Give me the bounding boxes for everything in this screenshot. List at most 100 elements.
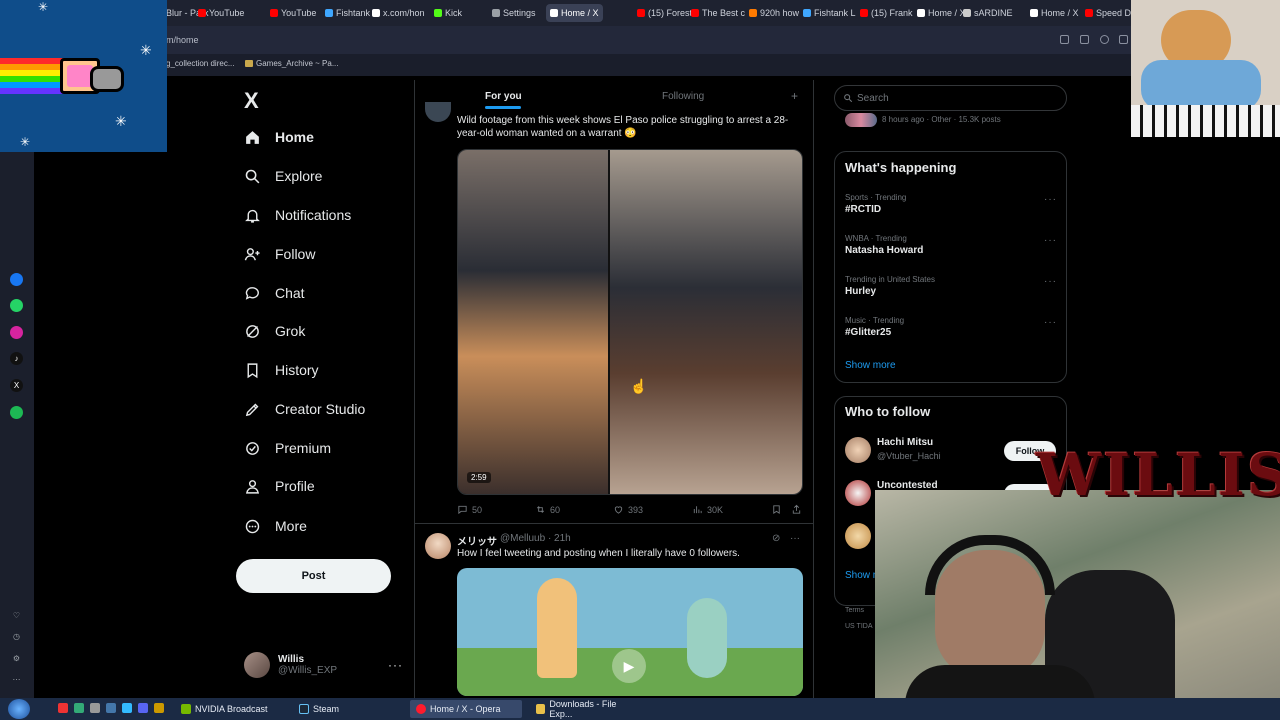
nav-item-follow[interactable]: Follow bbox=[244, 241, 315, 267]
post-button[interactable]: Post bbox=[236, 559, 391, 593]
whatsapp-icon[interactable] bbox=[10, 299, 23, 312]
app-icon[interactable] bbox=[122, 703, 132, 713]
messenger-icon[interactable] bbox=[10, 273, 23, 286]
history-icon[interactable]: ◷ bbox=[10, 630, 23, 643]
taskbar-opera[interactable]: Home / X - Opera bbox=[410, 700, 522, 718]
share-icon[interactable] bbox=[1060, 35, 1069, 44]
show-more-link[interactable]: Show more bbox=[845, 360, 896, 371]
avatar[interactable] bbox=[845, 523, 871, 549]
like-button[interactable]: 393 bbox=[613, 504, 643, 515]
nav-item-more[interactable]: More bbox=[244, 513, 307, 539]
bookmark-icon bbox=[773, 505, 780, 515]
more-icon[interactable]: ··· bbox=[1044, 235, 1057, 246]
more-icon[interactable]: ··· bbox=[388, 658, 403, 672]
play-icon[interactable]: ▶ bbox=[612, 649, 646, 683]
discord-icon[interactable] bbox=[138, 703, 148, 713]
footer-links[interactable]: US TIDA bbox=[845, 623, 873, 630]
camera-icon[interactable] bbox=[1080, 35, 1089, 44]
repost-icon bbox=[536, 506, 545, 513]
suggested-user-handle[interactable]: @Vtuber_Hachi bbox=[877, 451, 941, 461]
more-icon[interactable]: ··· bbox=[1044, 276, 1057, 287]
tweet-author-name[interactable]: メリッサ bbox=[457, 533, 497, 548]
tab-favicon-icon bbox=[917, 9, 925, 17]
browser-tab[interactable]: YouTube bbox=[270, 4, 316, 22]
spotify-icon[interactable] bbox=[10, 406, 23, 419]
browser-tab[interactable]: Home / X bbox=[1030, 4, 1079, 22]
bookmark-item[interactable]: g_collection direc... bbox=[166, 59, 234, 68]
tab-favicon-icon bbox=[749, 9, 757, 17]
send-icon[interactable] bbox=[1119, 35, 1128, 44]
plus-icon[interactable]: + bbox=[791, 89, 798, 103]
views-button[interactable]: 30K bbox=[692, 504, 723, 515]
nav-item-grok[interactable]: Grok bbox=[244, 318, 305, 344]
avatar[interactable] bbox=[845, 437, 871, 463]
tab-for-you[interactable]: For you bbox=[485, 91, 522, 102]
suggested-user-name[interactable]: Hachi Mitsu bbox=[877, 437, 933, 448]
nav-item-explore[interactable]: Explore bbox=[244, 163, 322, 189]
tab-label: The Best c bbox=[702, 8, 746, 18]
browser-tab[interactable]: (15) Forest bbox=[637, 4, 692, 22]
browser-tab[interactable]: (15) Frank bbox=[860, 4, 913, 22]
nav-item-history[interactable]: History bbox=[244, 357, 319, 383]
browser-tab[interactable]: Home / X bbox=[546, 4, 603, 22]
tweet-video[interactable] bbox=[457, 149, 803, 495]
browser-tab[interactable]: Settings bbox=[492, 4, 536, 22]
avatar[interactable] bbox=[425, 533, 451, 559]
instagram-icon[interactable] bbox=[10, 326, 23, 339]
app-icon[interactable] bbox=[58, 703, 68, 713]
more-icon[interactable]: ⋯ bbox=[10, 673, 23, 686]
taskbar-file-explorer[interactable]: Downloads - File Exp... bbox=[530, 699, 642, 719]
nav-item-creator-studio[interactable]: Creator Studio bbox=[244, 396, 365, 422]
more-icon[interactable]: ··· bbox=[1044, 194, 1057, 205]
trend-meta: WNBA · Trending bbox=[845, 234, 907, 243]
mouse-cursor: ☝ bbox=[630, 378, 648, 394]
taskbar-steam[interactable]: Steam bbox=[293, 700, 345, 718]
grok-icon[interactable]: ⊘ bbox=[772, 533, 780, 544]
tweet-author-handle[interactable]: @Melluub · 21h bbox=[500, 533, 571, 544]
trend-name: Hurley bbox=[845, 286, 877, 297]
tab-following[interactable]: Following bbox=[662, 91, 704, 102]
avatar[interactable] bbox=[845, 480, 871, 506]
repost-button[interactable]: 60 bbox=[535, 504, 560, 515]
app-icon[interactable] bbox=[90, 703, 100, 713]
browser-tab[interactable]: Home / X bbox=[917, 4, 966, 22]
shield-icon[interactable] bbox=[1100, 35, 1109, 44]
nav-item-notifications[interactable]: Notifications bbox=[244, 202, 351, 228]
nav-item-profile[interactable]: Profile bbox=[244, 473, 315, 499]
browser-tab[interactable]: x.com/hon bbox=[372, 4, 425, 22]
browser-tab[interactable]: Speed D bbox=[1085, 4, 1131, 22]
app-icon[interactable] bbox=[74, 703, 84, 713]
bookmark-item[interactable]: Games_Archive ~ Pa... bbox=[245, 59, 338, 68]
reply-button[interactable]: 50 bbox=[457, 504, 482, 515]
more-icon[interactable]: ··· bbox=[790, 533, 800, 544]
terms-link[interactable]: Terms bbox=[845, 607, 864, 614]
share-button[interactable] bbox=[791, 504, 802, 515]
url-field[interactable]: m/home bbox=[166, 35, 199, 45]
nav-item-chat[interactable]: Chat bbox=[244, 280, 305, 306]
app-icon[interactable] bbox=[106, 703, 116, 713]
nav-item-home[interactable]: Home bbox=[244, 124, 314, 150]
browser-tab[interactable]: Kick bbox=[434, 4, 462, 22]
browser-tab[interactable]: YouTube bbox=[198, 4, 244, 22]
browser-tab[interactable]: The Best c bbox=[691, 4, 745, 22]
bookmark-button[interactable] bbox=[771, 504, 782, 515]
browser-tab[interactable]: Fishtank L bbox=[325, 4, 378, 22]
settings-icon[interactable]: ⚙ bbox=[10, 652, 23, 665]
browser-tab[interactable]: Fishtank L bbox=[803, 4, 856, 22]
tab-label: (15) Forest bbox=[648, 8, 693, 18]
tiktok-icon[interactable]: ♪ bbox=[10, 352, 23, 365]
nav-item-premium[interactable]: Premium bbox=[244, 435, 331, 461]
account-switcher[interactable]: Willis @Willis_EXP bbox=[244, 652, 337, 678]
browser-tab[interactable]: 920h how bbox=[749, 4, 799, 22]
heart-icon[interactable]: ♡ bbox=[10, 609, 23, 622]
browser-tab[interactable]: sARDINE bbox=[963, 4, 1013, 22]
start-button[interactable] bbox=[8, 699, 30, 719]
tab-favicon-icon bbox=[270, 9, 278, 17]
whats-happening-panel bbox=[834, 151, 1067, 383]
search-input[interactable]: Search bbox=[834, 85, 1067, 111]
x-logo[interactable]: X bbox=[244, 88, 259, 114]
taskbar-nvidia-broadcast[interactable]: NVIDIA Broadcast bbox=[175, 700, 274, 718]
app-icon[interactable] bbox=[154, 703, 164, 713]
x-icon[interactable]: X bbox=[10, 379, 23, 392]
more-icon[interactable]: ··· bbox=[1044, 317, 1057, 328]
